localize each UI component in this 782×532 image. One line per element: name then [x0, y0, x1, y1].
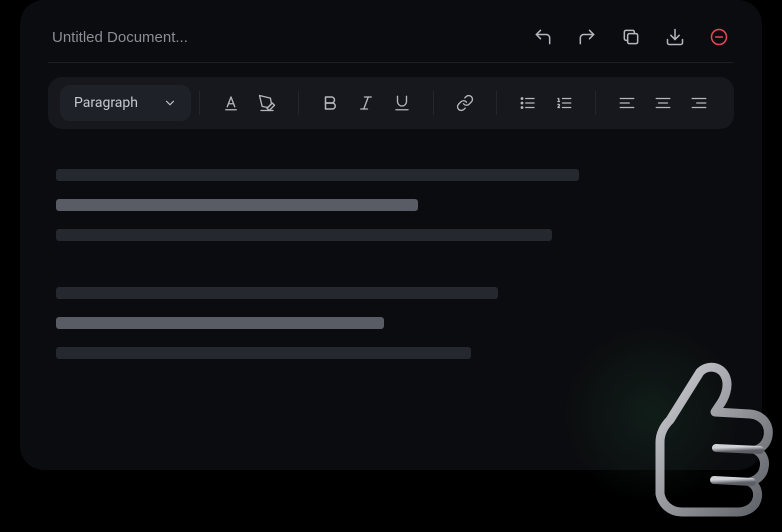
bullet-list-icon[interactable]	[513, 88, 543, 118]
align-right-icon[interactable]	[684, 88, 714, 118]
delete-icon[interactable]	[708, 26, 730, 48]
color-group	[208, 88, 290, 118]
toolbar-separator	[298, 91, 299, 115]
link-icon[interactable]	[450, 88, 480, 118]
toolbar-separator	[496, 91, 497, 115]
numbered-list-icon[interactable]	[549, 88, 579, 118]
italic-icon[interactable]	[351, 88, 381, 118]
text-color-icon[interactable]	[216, 88, 246, 118]
editor-window: Paragraph	[20, 0, 762, 470]
formatting-toolbar: Paragraph	[48, 77, 734, 129]
chevron-down-icon	[163, 96, 177, 110]
download-icon[interactable]	[664, 26, 686, 48]
toolbar-separator	[433, 91, 434, 115]
text-placeholder	[56, 287, 498, 299]
title-row	[48, 20, 734, 58]
align-group	[604, 88, 722, 118]
text-placeholder	[56, 347, 471, 359]
undo-icon[interactable]	[532, 26, 554, 48]
text-style-label: Paragraph	[74, 95, 138, 111]
header-actions	[532, 26, 730, 48]
link-group	[442, 88, 488, 118]
toolbar-separator	[199, 91, 200, 115]
text-style-select[interactable]: Paragraph	[60, 85, 191, 121]
list-group	[505, 88, 587, 118]
text-placeholder	[56, 169, 579, 181]
underline-icon[interactable]	[387, 88, 417, 118]
text-placeholder	[56, 317, 384, 329]
highlight-icon[interactable]	[252, 88, 282, 118]
format-group	[307, 88, 425, 118]
align-left-icon[interactable]	[612, 88, 642, 118]
bold-icon[interactable]	[315, 88, 345, 118]
text-placeholder	[56, 199, 418, 211]
toolbar-separator	[595, 91, 596, 115]
align-center-icon[interactable]	[648, 88, 678, 118]
document-title-input[interactable]	[52, 29, 532, 46]
document-content[interactable]	[48, 129, 734, 359]
header-divider	[48, 62, 734, 63]
copy-icon[interactable]	[620, 26, 642, 48]
text-placeholder	[56, 229, 552, 241]
redo-icon[interactable]	[576, 26, 598, 48]
